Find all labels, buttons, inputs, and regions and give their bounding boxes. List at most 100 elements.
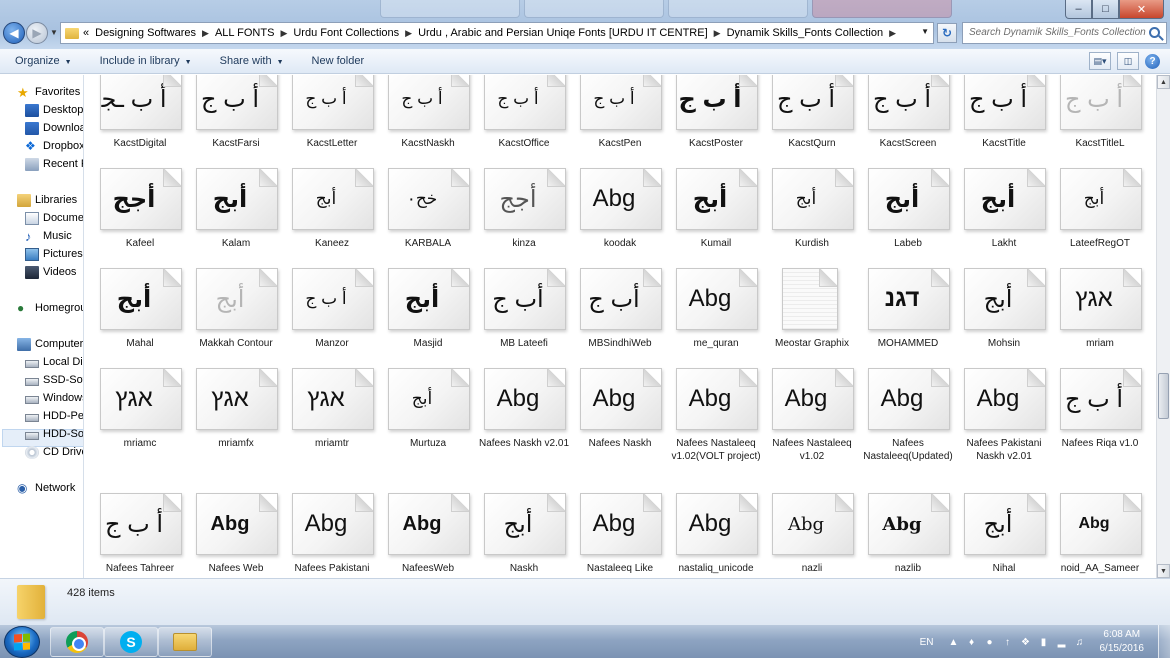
nav-ssd-soft[interactable]: SSD-Soft: [25, 372, 83, 388]
drive-icon: [25, 413, 39, 422]
scroll-up-arrow[interactable]: ▲: [1157, 75, 1170, 89]
font-file-icon: أبج: [964, 268, 1046, 330]
font-preview-glyph: أبج: [1083, 189, 1105, 208]
nav-windows[interactable]: Windows: [25, 390, 83, 406]
new-folder-button[interactable]: New folder: [297, 55, 378, 67]
nav-music[interactable]: ♪ Music: [25, 228, 83, 244]
volume-icon[interactable]: ♫: [1074, 636, 1086, 648]
minimize-button[interactable]: ‒: [1065, 0, 1092, 19]
network-tray-icon[interactable]: ♦: [966, 636, 978, 648]
nav-favorites[interactable]: ★ Favorites: [17, 84, 83, 100]
breadcrumb-overflow[interactable]: «: [83, 27, 89, 39]
nav-dropbox[interactable]: ❖ Dropbox: [25, 138, 83, 154]
help-icon[interactable]: ?: [1145, 53, 1160, 69]
close-button[interactable]: ✕: [1119, 0, 1164, 19]
font-preview-glyph: Abg: [688, 510, 732, 537]
refresh-button[interactable]: ↻: [937, 23, 957, 43]
forward-button[interactable]: ▶: [26, 22, 48, 44]
chevron-right-icon[interactable]: ▶: [405, 28, 412, 39]
vertical-scrollbar[interactable]: ▲ ▼: [1156, 75, 1170, 578]
font-file-icon: Abg: [580, 168, 662, 230]
signal-icon[interactable]: ▂: [1056, 636, 1068, 648]
nav-pictures[interactable]: Pictures: [25, 246, 83, 262]
nav-hdd-personal[interactable]: HDD-Personal: [25, 408, 83, 424]
taskbar-skype[interactable]: S: [104, 627, 158, 657]
font-file-icon: Abg: [772, 368, 854, 430]
windows-logo-icon: [14, 633, 30, 651]
nav-documents[interactable]: Documents: [25, 210, 83, 226]
taskbar-explorer[interactable]: [158, 627, 212, 657]
show-hidden-icons-icon[interactable]: ▲: [948, 636, 960, 648]
change-view-button[interactable]: ▤▾: [1089, 52, 1111, 70]
font-file-icon: أ ب ج: [292, 75, 374, 130]
font-preview-glyph: أبج: [212, 185, 248, 213]
breadcrumb-item[interactable]: Designing Softwares: [95, 27, 196, 39]
chevron-right-icon[interactable]: ▶: [280, 28, 287, 39]
file-name: Kurdish: [795, 238, 829, 249]
chevron-right-icon[interactable]: ▶: [202, 28, 209, 39]
battery-icon[interactable]: ▮: [1038, 636, 1050, 648]
clock[interactable]: 6:08 AM 6/15/2016: [1100, 628, 1145, 656]
file-name: Kaneez: [315, 238, 349, 249]
chevron-right-icon[interactable]: ▶: [889, 28, 896, 39]
dropbox-tray-icon[interactable]: ❖: [1020, 636, 1032, 648]
font-file-icon: Abg: [292, 493, 374, 555]
font-preview-glyph: أبج: [116, 285, 152, 313]
font-file-icon: [782, 268, 838, 330]
organize-menu[interactable]: Organize ▼: [0, 55, 85, 67]
nav-network[interactable]: ◉ Network: [17, 480, 83, 496]
font-file-icon: Abg: [580, 368, 662, 430]
breadcrumb-item[interactable]: Urdu Font Collections: [293, 27, 399, 39]
nav-libraries[interactable]: Libraries: [17, 192, 83, 208]
nav-desktop[interactable]: Desktop: [25, 102, 83, 118]
preview-pane-icon[interactable]: ◫: [1117, 52, 1139, 70]
nav-recent[interactable]: Recent Places: [25, 156, 83, 172]
nav-local-disk[interactable]: Local Disk: [25, 354, 83, 370]
back-button[interactable]: ◀: [3, 22, 25, 44]
font-preview-glyph: أ ب ج: [593, 89, 635, 108]
item-count: 428 items: [67, 587, 115, 599]
file-name: NafeesWeb: [401, 563, 455, 574]
file-name: KacstNaskh: [401, 138, 455, 149]
maximize-button[interactable]: □: [1092, 0, 1119, 19]
scroll-thumb[interactable]: [1158, 373, 1169, 419]
nav-computer[interactable]: Computer: [17, 336, 83, 352]
recent-pages-dropdown[interactable]: ▼: [50, 28, 58, 37]
nav-homegroup[interactable]: ● Homegroup: [17, 300, 83, 316]
share-with-menu[interactable]: Share with ▼: [205, 55, 297, 67]
font-preview-glyph: Abg: [304, 510, 348, 537]
address-dropdown-icon[interactable]: ▼: [921, 27, 929, 36]
taskbar-chrome[interactable]: [50, 627, 104, 657]
font-file-icon: أ ب ج: [676, 75, 758, 130]
address-bar[interactable]: « Designing Softwares ▶ ALL FONTS ▶ Urdu…: [60, 22, 934, 44]
breadcrumb-item[interactable]: Urdu , Arabic and Persian Uniqe Fonts [U…: [418, 27, 708, 39]
scroll-down-arrow[interactable]: ▼: [1157, 564, 1170, 578]
include-in-library-menu[interactable]: Include in library ▼: [85, 55, 205, 67]
file-name: KacstTitle: [982, 138, 1026, 149]
chevron-right-icon[interactable]: ▶: [714, 28, 721, 39]
font-preview-glyph: Abg: [688, 385, 732, 412]
nav-label: Homegroup: [35, 302, 83, 314]
font-file-icon: أبج: [676, 168, 758, 230]
file-name: Naskh: [509, 563, 539, 574]
font-file-icon: أ ب ج: [196, 75, 278, 130]
file-name: Nafees Nastaleeq(Updated): [863, 438, 953, 462]
nav-label: Local Disk: [43, 356, 83, 368]
nav-videos[interactable]: Videos: [25, 264, 83, 280]
language-indicator[interactable]: EN: [920, 637, 934, 648]
messenger-tray-icon[interactable]: ●: [984, 636, 996, 648]
breadcrumb-item[interactable]: Dynamik Skills_Fonts Collection: [727, 27, 884, 39]
font-preview-glyph: أبج: [503, 510, 533, 538]
update-tray-icon[interactable]: ↑: [1002, 636, 1014, 648]
nav-downloads[interactable]: Downloads: [25, 120, 83, 136]
nav-cd-drive[interactable]: CD Drive: [25, 444, 83, 460]
nav-hdd-software[interactable]: HDD-Software: [25, 426, 83, 442]
font-file-icon: Abg: [676, 368, 758, 430]
breadcrumb-item[interactable]: ALL FONTS: [215, 27, 275, 39]
show-desktop-button[interactable]: [1158, 625, 1170, 658]
font-preview-glyph: أجج: [499, 185, 537, 213]
file-name: KacstPen: [598, 138, 642, 149]
drive-icon: [25, 359, 39, 368]
start-button[interactable]: [4, 626, 40, 658]
search-input[interactable]: Search Dynamik Skills_Fonts Collection: [962, 22, 1167, 44]
